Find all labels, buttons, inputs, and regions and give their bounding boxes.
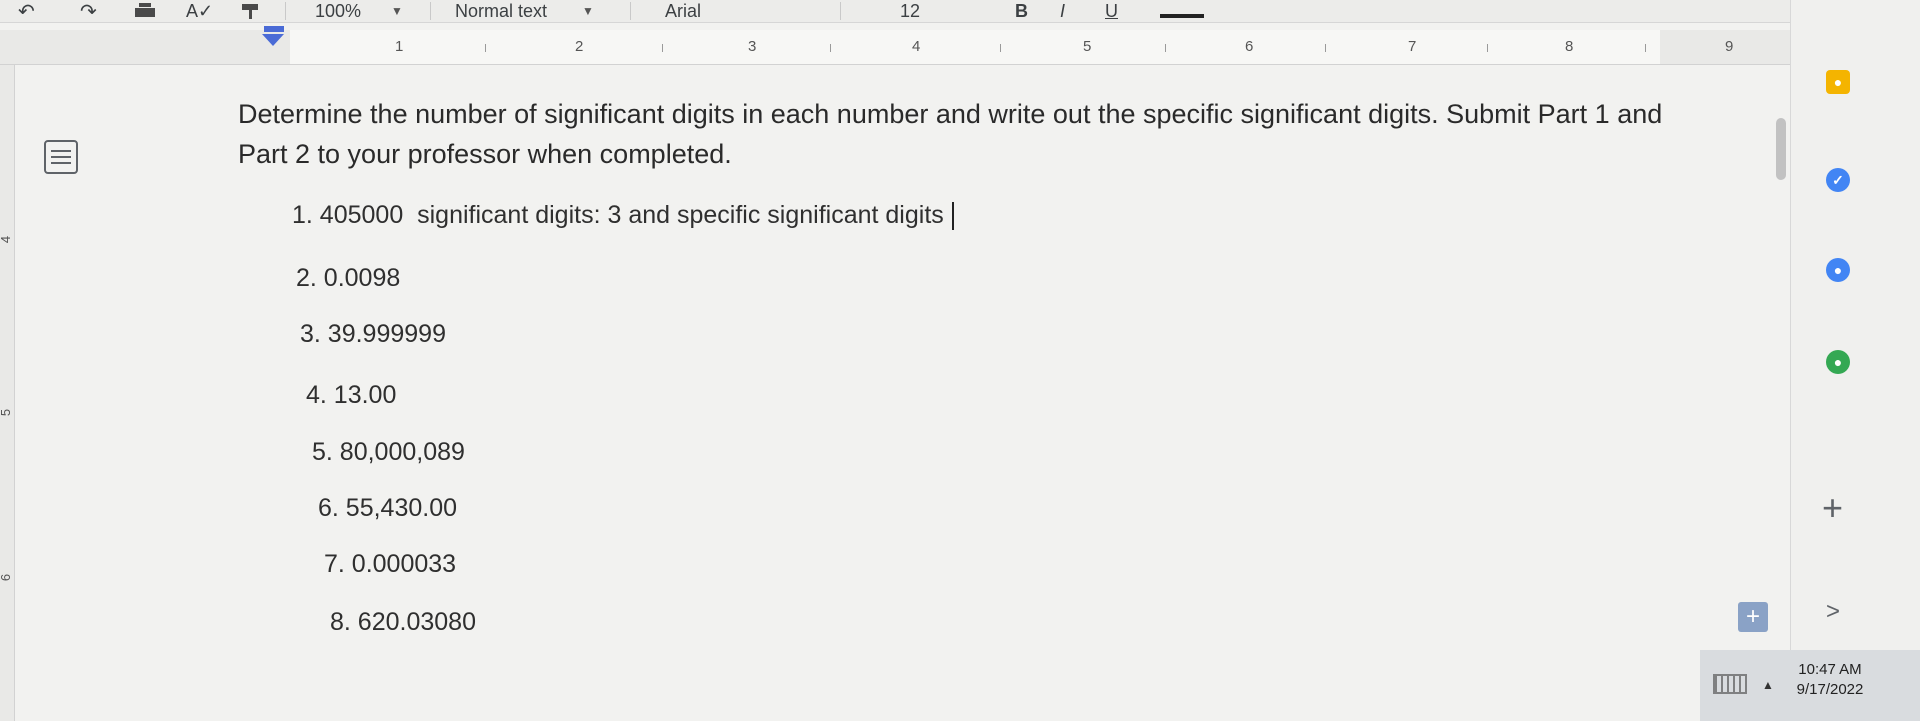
tasks-icon[interactable]: ✓ <box>1826 168 1850 192</box>
keep-icon[interactable]: ● <box>1826 70 1850 94</box>
list-item: 5. 80,000,089 <box>312 438 465 466</box>
text-cursor <box>951 202 954 231</box>
list-item: 6. 55,430.00 <box>318 494 458 522</box>
add-ons-plus-icon[interactable]: + <box>1822 487 1843 529</box>
taskbar-clock[interactable]: 10:47 AM 9/17/2022 <box>1790 660 1870 700</box>
font-value: Arial <box>665 0 702 21</box>
text-color-icon[interactable] <box>1160 0 1204 22</box>
ruler-number: 9 <box>1725 38 1734 55</box>
toolbar: ↶ ↷ A✓ 100% ▼ Normal text ▼ Arial 12 B I… <box>0 0 1920 23</box>
keyboard-icon[interactable] <box>1713 674 1747 694</box>
ruler-number: 3 <box>748 38 757 55</box>
zoom-value: 100% <box>315 0 362 21</box>
ruler-number: 1 <box>395 38 404 55</box>
list-item: 4. 13.00 <box>306 381 397 409</box>
redo-icon[interactable]: ↷ <box>80 0 97 23</box>
contacts-icon[interactable]: ● <box>1826 258 1850 282</box>
spellcheck-icon[interactable]: A✓ <box>186 0 213 22</box>
left-indent-handle[interactable] <box>262 34 284 46</box>
instructions-paragraph: Determine the number of significant digi… <box>238 99 1663 169</box>
zoom-select[interactable]: 100% ▼ <box>315 0 403 22</box>
vertical-ruler: 4 5 6 <box>0 65 15 721</box>
list-item: 7. 0.000033 <box>324 550 457 578</box>
ruler-number: 2 <box>575 38 584 55</box>
list-item: 3. 39.999999 <box>300 320 446 348</box>
document-outline-icon[interactable] <box>44 140 78 174</box>
explore-icon[interactable]: + <box>1738 602 1768 632</box>
list-item: 2. 0.0098 <box>296 264 401 292</box>
font-size-value: 12 <box>900 0 921 21</box>
font-select[interactable]: Arial <box>665 0 701 22</box>
bold-icon[interactable]: B <box>1015 0 1028 22</box>
ruler-number: 6 <box>1245 38 1254 55</box>
chevron-down-icon: ▼ <box>391 4 403 18</box>
clock-time: 10:47 AM <box>1798 661 1862 678</box>
side-panel <box>1790 0 1920 721</box>
vruler-number: 6 <box>0 574 13 581</box>
ruler-number: 5 <box>1083 38 1092 55</box>
ruler-number: 8 <box>1565 38 1574 55</box>
list-item-text: 1. 405000 significant digits: 3 and spec… <box>292 201 944 229</box>
vruler-number: 4 <box>0 236 13 243</box>
ruler-number: 7 <box>1408 38 1417 55</box>
print-icon[interactable] <box>132 0 158 22</box>
clock-date: 9/17/2022 <box>1796 681 1864 698</box>
italic-icon[interactable]: I <box>1060 0 1065 22</box>
chevron-down-icon: ▼ <box>582 4 594 18</box>
underline-icon[interactable]: U <box>1105 0 1118 22</box>
vruler-number: 5 <box>0 409 13 416</box>
style-value: Normal text <box>455 0 548 21</box>
chevron-right-icon[interactable]: > <box>1826 598 1840 626</box>
list-item: 1. 405000 significant digits: 3 and spec… <box>292 201 954 231</box>
font-size-field[interactable]: 12 <box>900 0 920 22</box>
chevron-up-icon[interactable]: ▲ <box>1762 678 1774 692</box>
maps-icon[interactable]: ● <box>1826 350 1850 374</box>
list-item: 8. 620.03080 <box>330 608 476 636</box>
paint-format-icon[interactable] <box>240 0 262 22</box>
vertical-scrollbar[interactable] <box>1776 118 1786 180</box>
undo-icon[interactable]: ↶ <box>18 0 35 23</box>
first-line-indent-handle[interactable] <box>264 26 284 32</box>
style-select[interactable]: Normal text ▼ <box>455 0 594 22</box>
ruler-number: 4 <box>912 38 921 55</box>
